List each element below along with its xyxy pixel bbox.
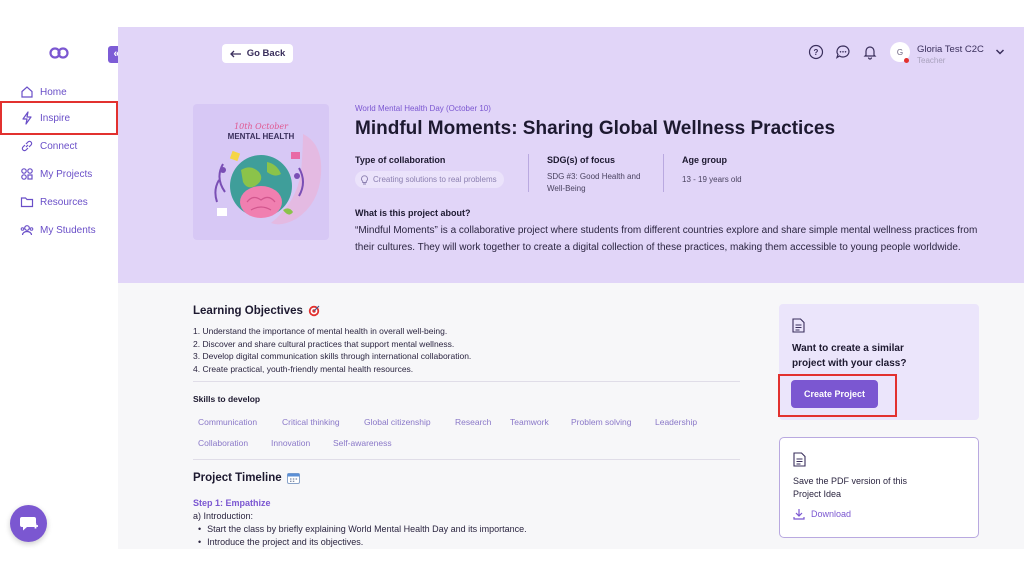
skill-tag: Leadership: [655, 417, 698, 427]
messages-icon[interactable]: [835, 44, 851, 60]
go-back-label: Go Back: [246, 48, 286, 59]
divider: [193, 381, 740, 382]
sidebar: « Home Inspire Connect My Projects Resou…: [0, 27, 125, 549]
bell-icon[interactable]: [862, 44, 878, 60]
about-heading: What is this project about?: [355, 208, 471, 218]
students-icon: [20, 225, 34, 236]
logo-icon[interactable]: [49, 46, 69, 60]
sidebar-item-label: Inspire: [40, 112, 71, 124]
home-icon: [21, 86, 33, 98]
lightbulb-icon: [361, 174, 368, 184]
arrow-left-icon: [229, 50, 241, 57]
about-text: “Mindful Moments” is a collaborative pro…: [355, 225, 978, 253]
skill-tag: Problem solving: [571, 417, 632, 427]
projects-icon: [21, 168, 33, 180]
pdf-download-card: Save the PDF version of this Project Ide…: [779, 437, 979, 538]
sidebar-item-label: Connect: [40, 140, 78, 152]
divider: [663, 154, 664, 192]
skills-heading: Skills to develop: [193, 394, 261, 404]
page-title: Mindful Moments: Sharing Global Wellness…: [355, 118, 836, 139]
sidebar-item-label: My Projects: [40, 168, 93, 180]
project-timeline-heading: Project Timeline: [193, 472, 300, 484]
svg-text:?: ?: [814, 48, 819, 57]
list-item: 3. Develop digital communication skills …: [193, 351, 472, 361]
create-project-highlight: Create Project: [778, 374, 897, 417]
link-icon: [21, 140, 33, 152]
skill-tag: Teamwork: [510, 417, 549, 427]
project-cover-image: 10th October MENTAL HEALTH: [193, 104, 329, 240]
list-item: 2. Discover and share cultural practices…: [193, 338, 455, 349]
go-back-button[interactable]: Go Back: [222, 44, 293, 63]
skill-tag: Global citizenship: [364, 417, 431, 427]
project-timeline-title: Project Timeline: [193, 472, 282, 484]
chevron-down-icon[interactable]: [995, 47, 1005, 57]
sdg-heading: SDG(s) of focus: [547, 155, 616, 165]
sdg-value-line-2: Well-Being: [547, 184, 586, 193]
pdf-prompt: Save the PDF version of this Project Ide…: [793, 476, 908, 499]
download-icon: [793, 509, 805, 520]
list-item: 4. Create practical, youth-friendly ment…: [193, 363, 414, 374]
collaboration-type-heading: Type of collaboration: [355, 155, 446, 165]
age-group-value: 13 - 19 years old: [682, 175, 742, 184]
project-details: Learning Objectives 1. Understand the im…: [118, 283, 1024, 549]
lightning-icon: [22, 111, 32, 125]
calendar-icon: [286, 473, 300, 484]
age-group-heading: Age group: [682, 155, 727, 165]
skill-tag: Innovation: [271, 438, 311, 448]
step-subheading: a) Introduction:: [193, 511, 254, 521]
header-icons: ?: [808, 44, 878, 60]
skill-tag: Communication: [198, 417, 258, 427]
skill-tag: Research: [455, 417, 492, 427]
collaboration-type-chip: Creating solutions to real problems: [355, 171, 504, 188]
learning-objectives-title: Learning Objectives: [193, 305, 303, 317]
step-heading: Step 1: Empathize: [193, 498, 271, 508]
skill-tag: Critical thinking: [282, 417, 340, 427]
learning-objectives-heading: Learning Objectives: [193, 305, 320, 317]
target-icon: [308, 305, 320, 317]
sidebar-item-label: Resources: [40, 196, 88, 208]
help-icon[interactable]: ?: [808, 44, 824, 60]
divider: [528, 154, 529, 192]
document-icon: [792, 318, 805, 333]
objectives-list: 1. Understand the importance of mental h…: [193, 325, 471, 375]
download-label: Download: [811, 509, 852, 519]
status-dot: [904, 58, 909, 63]
sidebar-item-my-students[interactable]: My Students: [0, 213, 118, 247]
folder-icon: [20, 197, 34, 208]
list-item: 1. Understand the importance of mental h…: [193, 326, 448, 336]
collaboration-type-value: Creating solutions to real problems: [373, 175, 497, 184]
chat-bubble-icon: [19, 516, 38, 530]
list-item: Start the class by briefly explaining Wo…: [198, 524, 526, 534]
document-icon: [793, 452, 806, 467]
sdg-value-line-1: SDG #3: Good Health and: [547, 172, 641, 181]
event-label: World Mental Health Day (October 10): [355, 104, 491, 113]
download-link[interactable]: Download: [793, 508, 851, 520]
divider: [193, 459, 740, 460]
skill-tag: Collaboration: [198, 438, 249, 448]
sidebar-item-label: My Students: [40, 224, 96, 236]
globe-illustration-icon: [214, 134, 322, 225]
create-project-prompt: Want to create a similar project with yo…: [792, 343, 907, 369]
list-item: Introduce the project and its objectives…: [198, 537, 363, 547]
chat-support-button[interactable]: [10, 505, 47, 542]
create-project-button[interactable]: Create Project: [791, 380, 878, 408]
sidebar-item-label: Home: [40, 86, 67, 98]
project-hero: Go Back ? G Gloria Test C2C Teacher 10th…: [118, 27, 1024, 283]
user-role: Teacher: [917, 56, 946, 65]
skill-tag: Self-awareness: [333, 438, 392, 448]
user-name[interactable]: Gloria Test C2C: [917, 44, 984, 55]
